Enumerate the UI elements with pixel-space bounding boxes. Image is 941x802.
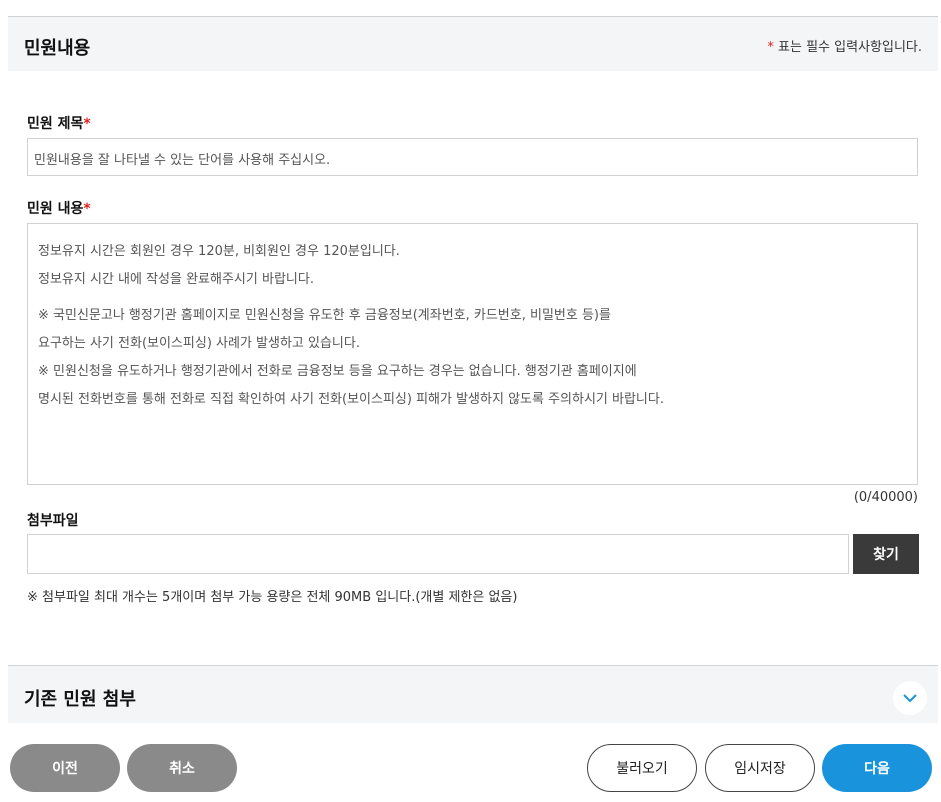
content-notice-line: ※ 민원신청을 유도하거나 행정기관에서 전화로 금융정보 등을 요구하는 경우… <box>38 364 637 379</box>
content-label-text: 민원 내용 <box>27 201 84 217</box>
character-counter: (0/40000) <box>853 490 918 505</box>
existing-complaint-title: 기존 민원 첨부 <box>24 689 136 710</box>
section-header: 민원내용 * 표는 필수 입력사항입니다. <box>8 16 938 71</box>
subject-input[interactable]: 민원내용을 잘 나타낼 수 있는 단어를 사용해 주십시오. <box>27 138 918 176</box>
subject-label: 민원 제목* <box>27 113 91 133</box>
prev-button[interactable]: 이전 <box>10 744 120 792</box>
attachment-label: 첨부파일 <box>27 513 79 529</box>
content-notice-line: 요구하는 사기 전화(보이스피싱) 사례가 발생하고 있습니다. <box>38 336 360 351</box>
subject-label-text: 민원 제목 <box>27 116 84 132</box>
required-note: * 표는 필수 입력사항입니다. <box>767 36 922 55</box>
find-file-button[interactable]: 찾기 <box>853 534 919 574</box>
section-title: 민원내용 <box>24 38 91 59</box>
chevron-down-icon <box>903 694 917 703</box>
content-textarea[interactable]: 정보유지 시간은 회원인 경우 120분, 비회원인 경우 120분입니다. 정… <box>27 223 918 485</box>
content-notice-line: 명시된 전화번호를 통해 전화로 직접 확인하여 사기 전화(보이스피싱) 피해… <box>38 392 664 407</box>
cancel-button[interactable]: 취소 <box>127 744 237 792</box>
attachment-file-field[interactable] <box>27 534 849 574</box>
next-button[interactable]: 다음 <box>822 744 932 792</box>
existing-complaint-section[interactable]: 기존 민원 첨부 <box>8 665 938 723</box>
content-required-star: * <box>83 201 91 217</box>
subject-placeholder: 민원내용을 잘 나타낼 수 있는 단어를 사용해 주십시오. <box>34 153 331 168</box>
load-button[interactable]: 불러오기 <box>587 744 697 792</box>
content-label: 민원 내용* <box>27 198 91 218</box>
content-notice-line: 정보유지 시간은 회원인 경우 120분, 비회원인 경우 120분입니다. <box>38 244 400 259</box>
attachment-note: ※ 첨부파일 최대 개수는 5개이며 첨부 가능 용량은 전체 90MB 입니다… <box>27 590 518 605</box>
content-notice-line: 정보유지 시간 내에 작성을 완료해주시기 바랍니다. <box>38 272 314 287</box>
content-notice-line: ※ 국민신문고나 행정기관 홈페이지로 민원신청을 유도한 후 금융정보(계좌번… <box>38 308 611 323</box>
temp-save-button[interactable]: 임시저장 <box>705 744 815 792</box>
expand-button[interactable] <box>893 681 927 715</box>
required-note-text: 표는 필수 입력사항입니다. <box>773 40 922 55</box>
subject-required-star: * <box>83 116 91 132</box>
